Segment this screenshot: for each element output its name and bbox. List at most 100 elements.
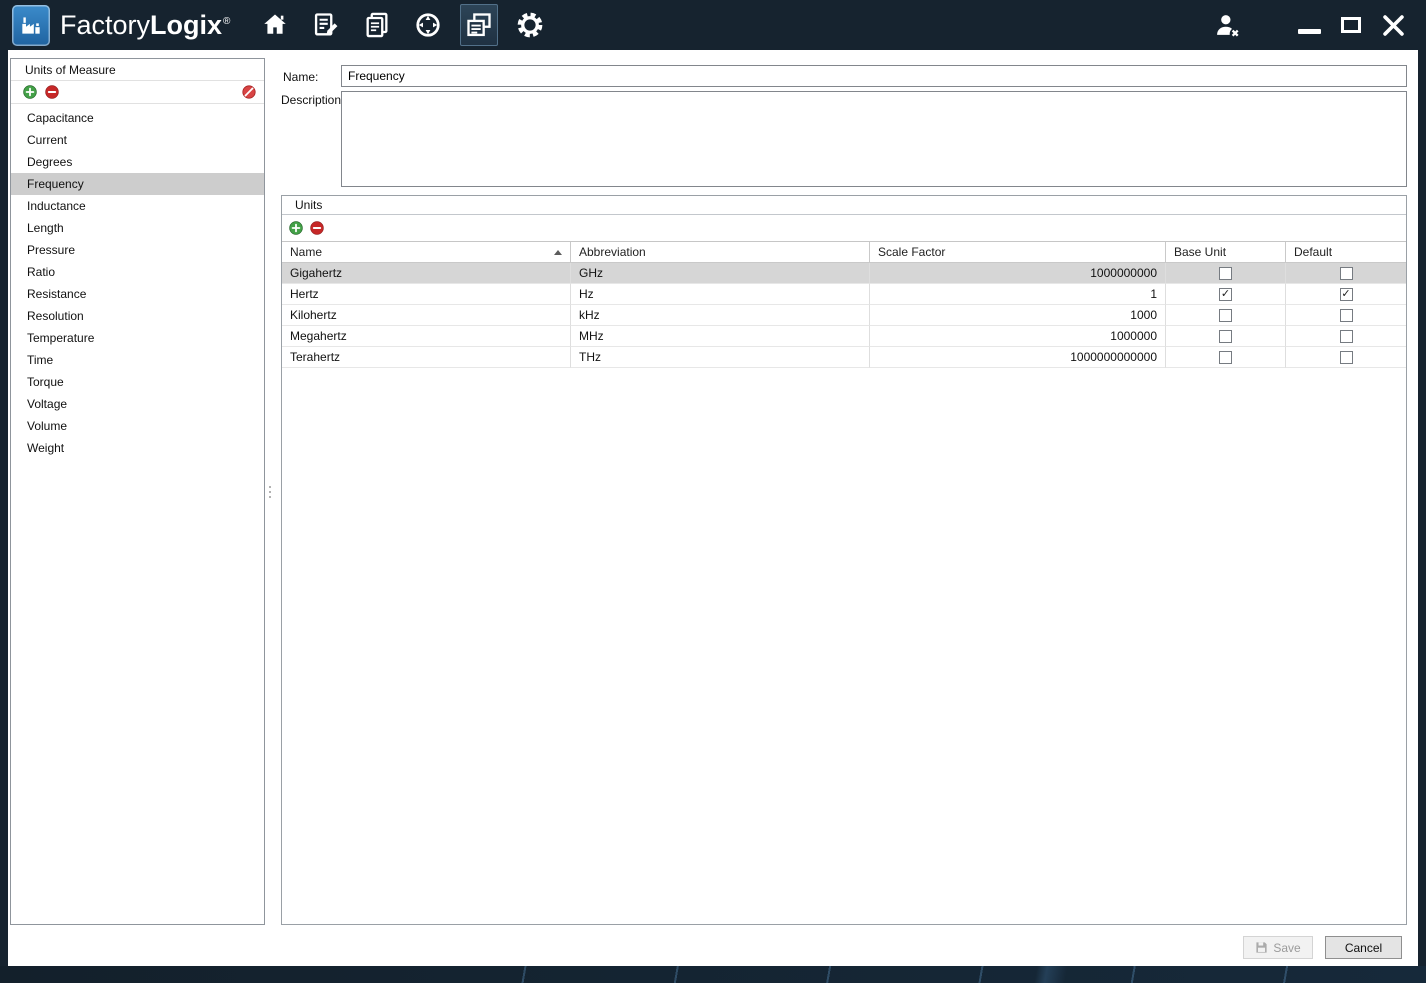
units-of-measure-panel: Units of Measure Capacitance Current Deg… <box>10 58 265 925</box>
column-header-base-unit[interactable]: Base Unit <box>1166 242 1286 263</box>
sidebar-item-ratio[interactable]: Ratio <box>11 261 264 283</box>
table-row-kilohertz[interactable]: Kilohertz kHz 1000 <box>282 305 1406 326</box>
app-title-factory: Factory <box>60 9 151 40</box>
column-header-name[interactable]: Name <box>282 242 571 263</box>
sidebar-item-resistance[interactable]: Resistance <box>11 283 264 305</box>
description-label: Description: <box>281 93 345 107</box>
column-header-scale-factor[interactable]: Scale Factor <box>870 242 1166 263</box>
measure-list: Capacitance Current Degrees Frequency In… <box>11 104 264 924</box>
app-title-logix: Logix <box>150 9 223 40</box>
nav-settings-gear-icon[interactable] <box>511 4 549 46</box>
sidebar-toolbar <box>11 81 264 104</box>
sidebar-item-volume[interactable]: Volume <box>11 415 264 437</box>
sidebar-title: Units of Measure <box>11 59 264 81</box>
measure-detail-panel: Name: Description: Units Name A <box>275 58 1410 925</box>
titlebar: FactoryLogix® <box>0 0 1426 50</box>
main-navigation <box>256 4 549 46</box>
content-area: Units of Measure Capacitance Current Deg… <box>8 50 1418 966</box>
description-textarea[interactable] <box>341 91 1407 187</box>
unit-scale-cell: 1 <box>870 284 1166 305</box>
units-table-header: Name Abbreviation Scale Factor Base Unit… <box>282 242 1406 263</box>
minimize-button[interactable] <box>1288 4 1330 46</box>
cancel-button[interactable]: Cancel <box>1325 936 1402 959</box>
add-unit-button[interactable] <box>289 221 303 235</box>
save-button-label: Save <box>1273 940 1301 955</box>
remove-measure-button[interactable] <box>45 85 59 99</box>
base-unit-checkbox[interactable] <box>1219 329 1232 343</box>
factorylogix-logo-icon <box>12 4 50 46</box>
minimize-icon <box>1297 28 1321 34</box>
name-label: Name: <box>283 70 319 84</box>
factory-icon <box>22 17 40 34</box>
sidebar-item-temperature[interactable]: Temperature <box>11 327 264 349</box>
add-icon <box>23 85 37 99</box>
unit-scale-cell: 1000000 <box>870 326 1166 347</box>
panel-splitter[interactable] <box>266 58 274 925</box>
sidebar-item-current[interactable]: Current <box>11 129 264 151</box>
remove-icon <box>310 221 324 235</box>
unit-abbr-cell: THz <box>571 347 870 368</box>
table-row-terahertz[interactable]: Terahertz THz 1000000000000 <box>282 347 1406 368</box>
cancel-slash-icon <box>242 85 256 99</box>
base-unit-checkbox[interactable] <box>1219 350 1232 364</box>
unit-name-cell: Hertz <box>282 284 571 305</box>
sidebar-item-weight[interactable]: Weight <box>11 437 264 459</box>
nav-stacked-documents-icon[interactable] <box>358 4 396 46</box>
footer-actions: Save Cancel <box>8 936 1418 964</box>
cancel-edit-button[interactable] <box>242 85 256 99</box>
sidebar-item-torque[interactable]: Torque <box>11 371 264 393</box>
units-group-title: Units <box>282 196 1406 215</box>
default-checkbox[interactable] <box>1339 266 1353 280</box>
sidebar-item-length[interactable]: Length <box>11 217 264 239</box>
close-icon <box>1382 14 1404 36</box>
save-button[interactable]: Save <box>1243 936 1313 959</box>
close-button[interactable] <box>1372 4 1414 46</box>
app-title: FactoryLogix® <box>60 10 230 41</box>
unit-name-cell: Terahertz <box>282 347 571 368</box>
default-checkbox[interactable] <box>1339 350 1353 364</box>
sidebar-item-resolution[interactable]: Resolution <box>11 305 264 327</box>
sort-ascending-icon <box>554 249 562 255</box>
default-checkbox[interactable] <box>1339 329 1353 343</box>
column-header-default[interactable]: Default <box>1286 242 1406 263</box>
sidebar-item-frequency[interactable]: Frequency <box>11 173 264 195</box>
default-checkbox[interactable] <box>1339 287 1353 301</box>
units-group: Units Name Abbreviation Scale Factor Bas… <box>281 195 1407 925</box>
unit-name-cell: Megahertz <box>282 326 571 347</box>
maximize-icon <box>1341 17 1361 33</box>
unit-abbr-cell: Hz <box>571 284 870 305</box>
sidebar-item-capacitance[interactable]: Capacitance <box>11 107 264 129</box>
save-icon <box>1256 942 1267 953</box>
nav-home-icon[interactable] <box>256 4 294 46</box>
unit-abbr-cell: GHz <box>571 263 870 284</box>
table-row-megahertz[interactable]: Megahertz MHz 1000000 <box>282 326 1406 347</box>
sidebar-item-voltage[interactable]: Voltage <box>11 393 264 415</box>
column-header-abbreviation[interactable]: Abbreviation <box>571 242 870 263</box>
unit-abbr-cell: kHz <box>571 305 870 326</box>
nav-compass-icon[interactable] <box>409 4 447 46</box>
units-toolbar <box>282 215 1406 241</box>
remove-unit-button[interactable] <box>310 221 324 235</box>
nav-document-edit-icon[interactable] <box>307 4 345 46</box>
unit-scale-cell: 1000 <box>870 305 1166 326</box>
sidebar-item-degrees[interactable]: Degrees <box>11 151 264 173</box>
default-checkbox[interactable] <box>1339 308 1353 322</box>
sidebar-item-inductance[interactable]: Inductance <box>11 195 264 217</box>
base-unit-checkbox[interactable] <box>1219 308 1232 322</box>
nav-dashboard-icon[interactable] <box>460 4 499 46</box>
maximize-button[interactable] <box>1330 4 1372 46</box>
user-signout-icon[interactable] <box>1212 11 1242 39</box>
table-row-gigahertz[interactable]: Gigahertz GHz 1000000000 <box>282 263 1406 284</box>
base-unit-checkbox[interactable] <box>1219 266 1232 280</box>
unit-scale-cell: 1000000000 <box>870 263 1166 284</box>
unit-scale-cell: 1000000000000 <box>870 347 1166 368</box>
base-unit-checkbox[interactable] <box>1219 287 1232 301</box>
table-row-hertz[interactable]: Hertz Hz 1 <box>282 284 1406 305</box>
sidebar-item-pressure[interactable]: Pressure <box>11 239 264 261</box>
add-measure-button[interactable] <box>23 85 37 99</box>
sidebar-item-time[interactable]: Time <box>11 349 264 371</box>
name-input[interactable] <box>341 65 1407 87</box>
factorylogix-window: FactoryLogix® Units of Measure Capacitan… <box>0 0 1426 983</box>
unit-name-cell: Kilohertz <box>282 305 571 326</box>
add-icon <box>289 221 303 235</box>
